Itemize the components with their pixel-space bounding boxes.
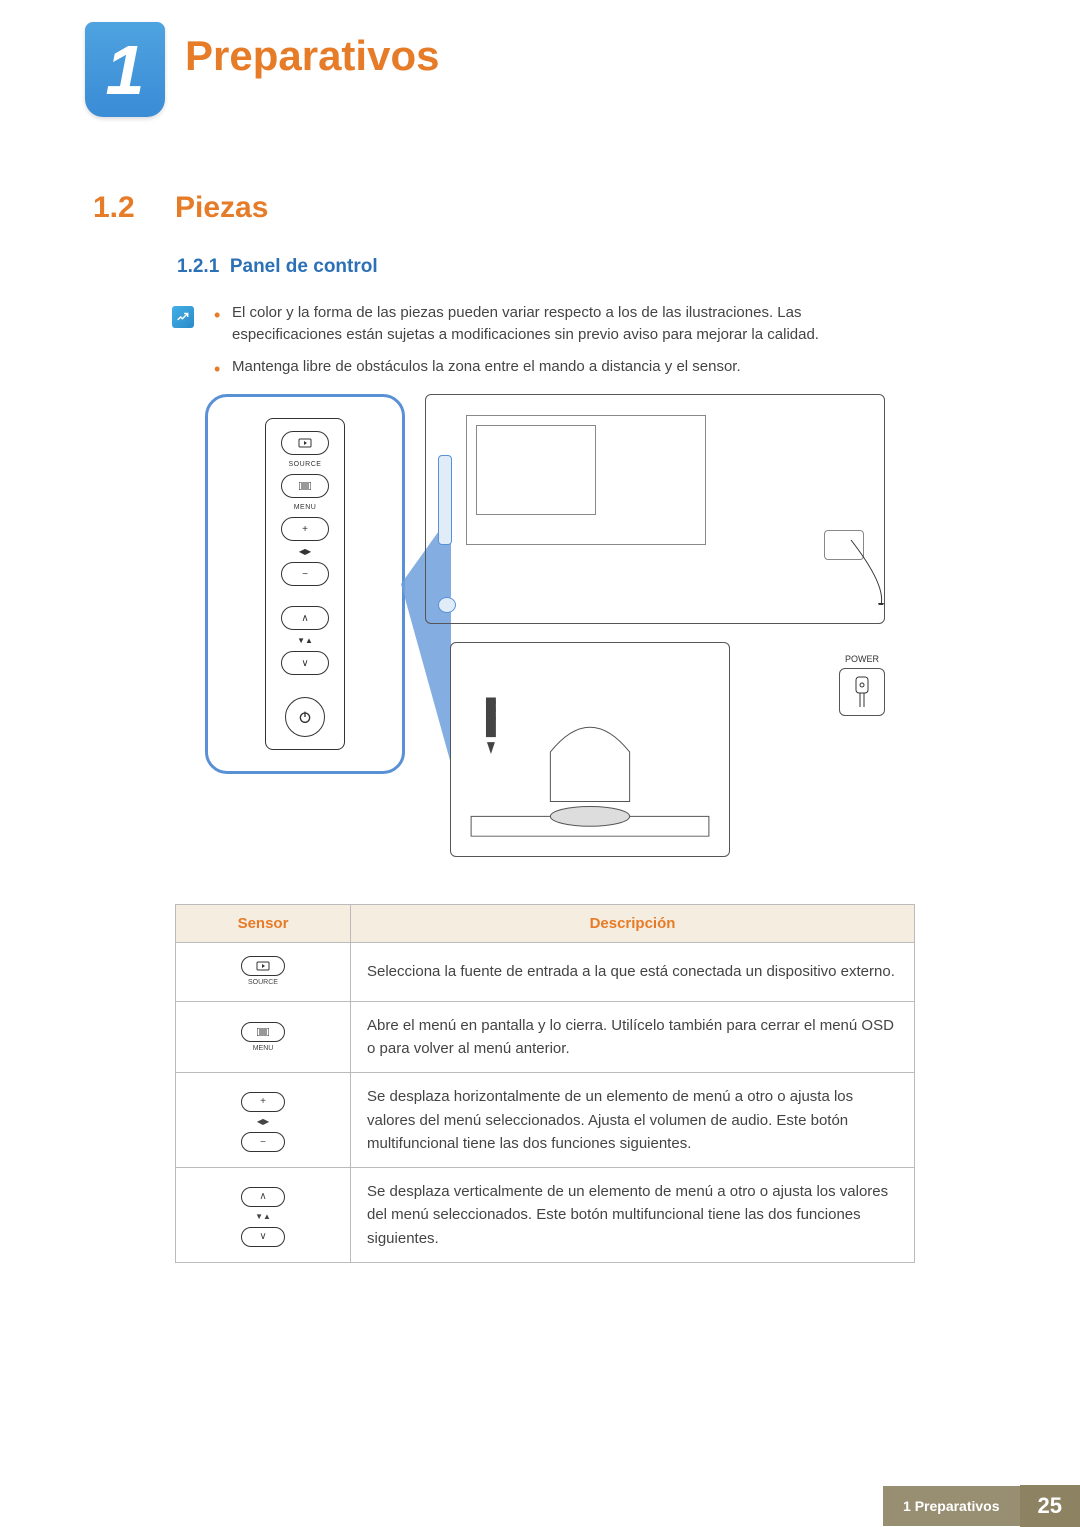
desc-cell: Selecciona la fuente de entrada a la que… — [351, 943, 915, 1002]
sensor-table: Sensor Descripción SOURCE Selecciona la … — [175, 904, 915, 1263]
section-title: Piezas — [175, 191, 268, 225]
power-port-callout: POWER — [839, 654, 885, 716]
sensor-cell: + ◀▶ − — [176, 1073, 351, 1168]
footer-breadcrumb: 1 Preparativos — [883, 1486, 1020, 1526]
device-views: POWER — [425, 394, 885, 884]
col-desc-header: Descripción — [351, 905, 915, 943]
ir-sensor-location-icon — [438, 597, 456, 613]
note-list: El color y la forma de las piezas pueden… — [214, 302, 914, 387]
section-number: 1.2 — [93, 191, 135, 225]
up-button-icon: ∧ — [281, 606, 329, 630]
desc-cell: Abre el menú en pantalla y lo cierra. Ut… — [351, 1001, 915, 1073]
left-right-arrows-icon: ◀▶ — [299, 547, 311, 556]
col-sensor-header: Sensor — [176, 905, 351, 943]
table-row: ∧ ▼▲ ∨ Se desplaza verticalmente de un e… — [176, 1168, 915, 1263]
up-button-icon: ∧ — [241, 1187, 285, 1207]
page-footer: 1 Preparativos 25 — [883, 1485, 1080, 1527]
menu-label: MENU — [253, 1044, 274, 1055]
sensor-cell: ∧ ▼▲ ∨ — [176, 1168, 351, 1263]
down-button-icon: ∨ — [241, 1227, 285, 1247]
note-icon — [172, 306, 194, 328]
plus-button-icon: + — [241, 1092, 285, 1112]
left-right-arrows-icon: ◀▶ — [257, 1116, 269, 1128]
sensor-cell: SOURCE — [176, 943, 351, 1002]
down-button-icon: ∨ — [281, 651, 329, 675]
up-down-arrows-icon: ▼▲ — [255, 1211, 271, 1223]
plus-button-icon: + — [281, 517, 329, 541]
sensor-cell: MENU — [176, 1001, 351, 1073]
button-stack: SOURCE MENU + ◀▶ − ∧ ▼▲ ∨ — [265, 418, 345, 750]
button-strip-location-icon — [438, 455, 452, 545]
menu-button-icon — [241, 1022, 285, 1042]
minus-button-icon: − — [281, 562, 329, 586]
subsection-heading: 1.2.1 Panel de control — [177, 256, 378, 278]
desc-cell: Se desplaza horizontalmente de un elemen… — [351, 1073, 915, 1168]
source-label: SOURCE — [289, 461, 322, 468]
source-label: SOURCE — [248, 978, 278, 989]
source-button-icon — [281, 431, 329, 455]
table-row: MENU Abre el menú en pantalla y lo cierr… — [176, 1001, 915, 1073]
power-connector-icon — [839, 668, 885, 716]
note-item: El color y la forma de las piezas pueden… — [214, 302, 914, 346]
power-callout-line-icon — [656, 525, 886, 605]
button-panel-zoom: SOURCE MENU + ◀▶ − ∧ ▼▲ ∨ — [205, 394, 405, 774]
chapter-number: 1 — [106, 30, 145, 110]
device-front-view — [450, 642, 730, 857]
power-callout-label: POWER — [839, 654, 885, 664]
menu-button-icon — [281, 474, 329, 498]
source-button-icon — [241, 956, 285, 976]
table-row: + ◀▶ − Se desplaza horizontalmente de un… — [176, 1073, 915, 1168]
chapter-number-badge: 1 — [85, 22, 165, 117]
desc-cell: Se desplaza verticalmente de un elemento… — [351, 1168, 915, 1263]
power-button-icon — [285, 697, 325, 737]
note-item: Mantenga libre de obstáculos la zona ent… — [214, 356, 914, 378]
table-row: SOURCE Selecciona la fuente de entrada a… — [176, 943, 915, 1002]
control-panel-diagram: SOURCE MENU + ◀▶ − ∧ ▼▲ ∨ — [205, 394, 885, 884]
menu-label: MENU — [294, 504, 317, 511]
device-back-view — [425, 394, 885, 624]
minus-button-icon: − — [241, 1132, 285, 1152]
page-number: 25 — [1020, 1485, 1080, 1527]
up-down-arrows-icon: ▼▲ — [297, 636, 313, 645]
chapter-title: Preparativos — [185, 32, 439, 80]
